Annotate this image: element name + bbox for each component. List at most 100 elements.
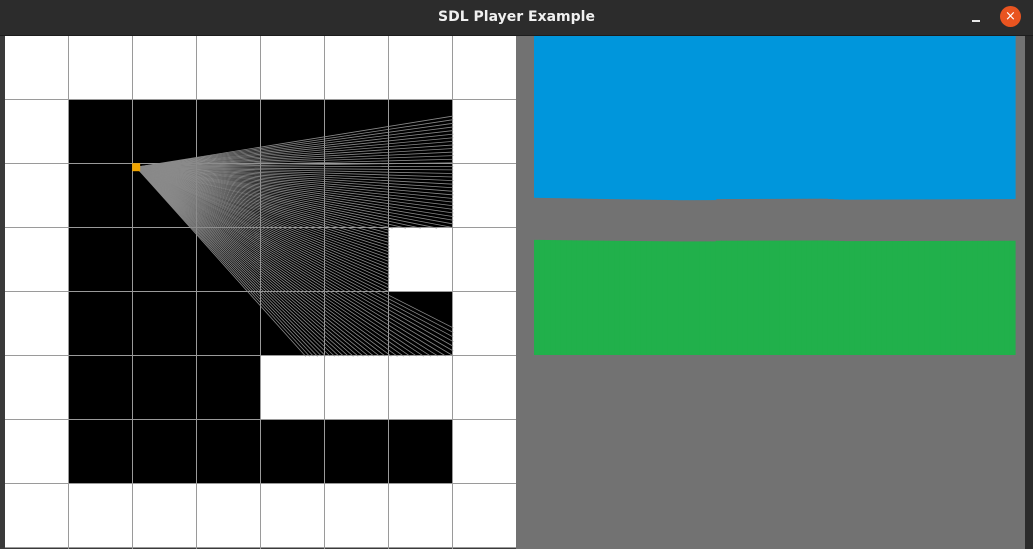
ground-column <box>737 240 744 355</box>
ground-column <box>870 241 877 355</box>
sky-column <box>913 36 920 200</box>
title-bar[interactable]: SDL Player Example × <box>0 0 1033 36</box>
sky-column <box>897 36 904 200</box>
ground-column <box>715 240 722 355</box>
ground-column <box>640 241 647 355</box>
ground-column <box>758 240 765 355</box>
ground-column <box>982 240 989 355</box>
sky-column <box>908 36 915 200</box>
ground-column <box>860 241 866 355</box>
sky-column <box>806 36 813 199</box>
map-wall-cell <box>453 228 517 292</box>
sky-column <box>876 36 882 200</box>
ground-column <box>817 240 824 355</box>
map-floor-cell <box>197 292 261 356</box>
ground-column <box>742 240 749 355</box>
sky-column <box>747 36 754 199</box>
sky-column <box>988 36 995 200</box>
sky-column <box>598 36 605 199</box>
ground-column <box>998 240 1005 355</box>
map-wall-cell <box>261 36 325 100</box>
ground-column <box>811 240 818 355</box>
ground-column <box>849 241 856 355</box>
ground-column <box>843 241 850 355</box>
ground-column <box>918 240 925 355</box>
map-floor-cell <box>69 100 133 164</box>
map-wall-cell <box>453 420 517 484</box>
map-wall-cell <box>5 164 69 228</box>
ground-column <box>747 240 754 355</box>
map-floor-cell <box>69 228 133 292</box>
map-wall-cell <box>453 100 517 164</box>
minimize-button[interactable] <box>965 6 987 28</box>
ground-column <box>854 241 861 355</box>
sky-column <box>785 36 792 199</box>
sky-column <box>790 36 797 199</box>
map-wall-cell <box>5 100 69 164</box>
ground-column <box>678 241 685 355</box>
sky-column <box>608 36 615 200</box>
map-floor-cell <box>133 356 197 420</box>
ground-column <box>913 240 920 355</box>
map-wall-cell <box>69 484 133 548</box>
ground-column <box>769 240 776 355</box>
map-wall-cell <box>453 484 517 548</box>
sky-column <box>774 36 781 199</box>
sky-column <box>950 36 957 200</box>
ground-column <box>897 241 904 355</box>
map-wall-cell <box>5 36 69 100</box>
map-floor-cell <box>69 420 133 484</box>
sky-column <box>672 36 679 201</box>
sky-column <box>694 36 701 201</box>
close-button[interactable]: × <box>1000 6 1021 27</box>
map-floor-cell <box>133 228 197 292</box>
ground-column <box>619 240 626 355</box>
sky-column <box>576 36 583 199</box>
ground-column <box>560 240 567 355</box>
sky-column <box>758 36 765 199</box>
ground-column <box>977 240 984 355</box>
ground-column <box>662 241 669 355</box>
map-wall-cell <box>133 484 197 548</box>
sky-column <box>539 36 546 198</box>
map-wall-cell <box>5 228 69 292</box>
ground-column <box>566 240 573 355</box>
ground-column <box>672 241 679 355</box>
sky-column <box>934 36 941 200</box>
app-window: SDL Player Example × <box>0 0 1033 549</box>
sky-column <box>822 36 829 199</box>
sky-column <box>886 36 893 200</box>
sky-column <box>801 36 808 199</box>
ground-column <box>972 240 979 355</box>
map-wall-cell <box>197 36 261 100</box>
map-floor-cell <box>197 420 261 484</box>
ground-column <box>753 240 760 355</box>
map-floor-cell <box>69 356 133 420</box>
ground-column <box>790 240 797 355</box>
map-wall-cell <box>453 36 517 100</box>
map-wall-cell <box>5 356 69 420</box>
sky-column <box>849 36 856 200</box>
ground-column <box>539 239 546 355</box>
ground-column <box>763 240 770 355</box>
sky-column <box>721 36 727 200</box>
ground-column <box>881 241 888 355</box>
sky-column <box>956 36 963 200</box>
sky-column <box>966 36 973 200</box>
sky-column <box>555 36 562 199</box>
window-title: SDL Player Example <box>438 9 595 25</box>
sdl-render-area[interactable] <box>5 36 1025 549</box>
ground-column <box>614 240 621 355</box>
sky-column <box>705 36 711 201</box>
ground-column <box>806 240 813 355</box>
ground-column <box>608 240 615 355</box>
map-wall-cell <box>5 420 69 484</box>
sky-column <box>811 36 818 199</box>
sky-column <box>566 36 573 199</box>
sky-column <box>972 36 979 200</box>
sky-column <box>635 36 642 200</box>
sky-column <box>763 36 770 199</box>
map-floor-cell <box>325 420 389 484</box>
sky-column <box>779 36 786 199</box>
sky-column <box>924 36 931 200</box>
